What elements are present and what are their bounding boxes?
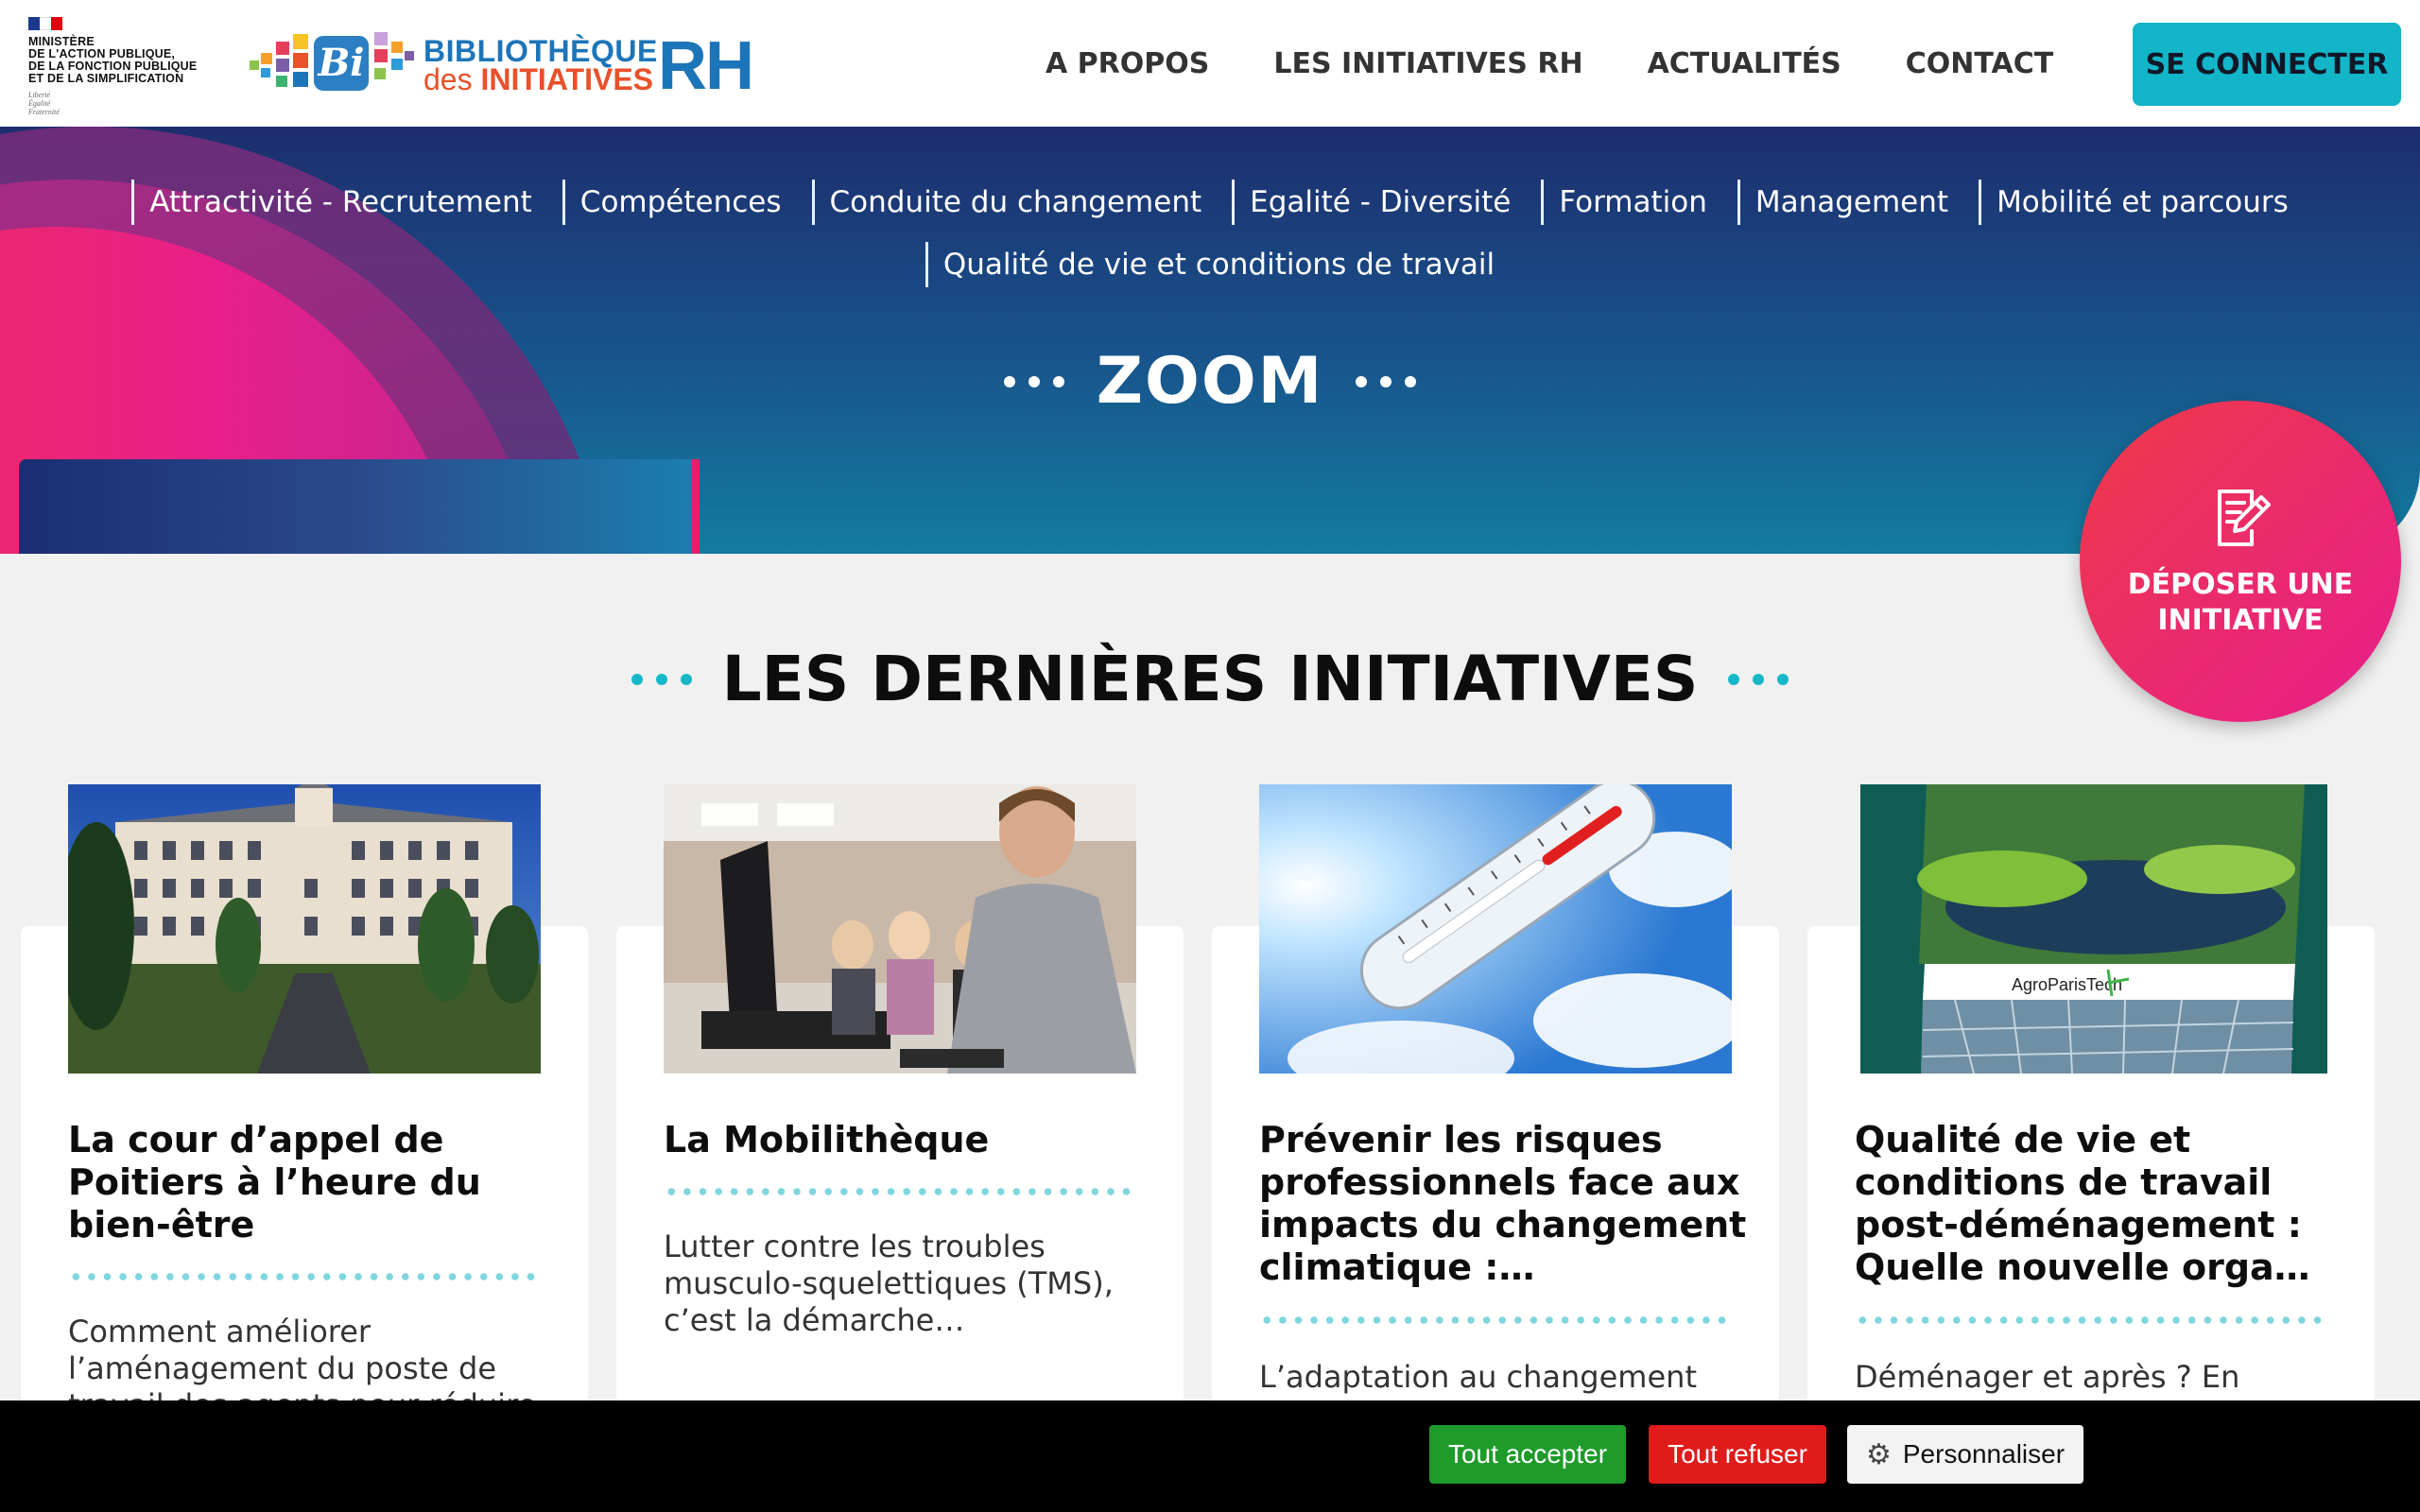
logo-rh: RH [658,28,754,104]
category-nav: Attractivité - Recrutement Compétences C… [0,180,2420,304]
initiative-excerpt: L’adaptation au changement [1259,1359,1697,1395]
dots-decor [1356,375,1417,387]
thermometer-photo [1259,784,1732,1074]
initiative-image[interactable] [1259,784,1732,1074]
initiative-image[interactable] [664,784,1136,1074]
category-egalite-diversite[interactable]: Egalité - Diversité [1232,180,1511,225]
dotted-separator [1259,1315,1732,1325]
dots-decor [1003,375,1064,387]
government-logo[interactable]: MINISTÈRE DE L'ACTION PUBLIQUE, DE LA FO… [28,17,217,116]
site-logo[interactable]: Bi BIBLIOTHÈQUE des INITIATIVES RH [248,28,754,100]
french-flag-icon [28,17,62,30]
agroparistech-photo: AgroParisTech [1860,784,2327,1074]
dotted-separator [664,1187,1136,1196]
dotted-separator [1855,1315,2327,1325]
refuse-all-cookies-button[interactable]: Tout refuser [1649,1425,1826,1484]
site-header: MINISTÈRE DE L'ACTION PUBLIQUE, DE LA FO… [0,0,2420,127]
category-qualite-de-vie[interactable]: Qualité de vie et conditions de travail [925,242,1495,287]
dots-decor [631,673,692,685]
courthouse-photo [68,784,541,1074]
logo-line2: des INITIATIVES [424,62,654,96]
deposit-initiative-label: DÉPOSER UNE INITIATIVE [2127,568,2354,637]
nav-initiatives-rh[interactable]: LES INITIATIVES RH [1273,47,1582,80]
category-formation[interactable]: Formation [1541,180,1707,225]
pen-notepad-icon [2218,490,2271,546]
latest-initiatives-heading: LES DERNIÈRES INITIATIVES [0,643,2420,715]
section-title: LES DERNIÈRES INITIATIVES [721,643,1699,715]
category-mobilite-et-parcours[interactable]: Mobilité et parcours [1979,180,2289,225]
gear-icon: ⚙ [1865,1438,1892,1470]
customize-label: Personnaliser [1902,1439,2066,1469]
initiative-title[interactable]: Prévenir les risques professionnels face… [1259,1119,1751,1289]
initiative-image[interactable] [68,784,541,1074]
accept-all-cookies-button[interactable]: Tout accepter [1429,1425,1626,1484]
zoom-heading: ZOOM [0,344,2420,419]
initiative-title[interactable]: La Mobilithèque [664,1119,1155,1161]
category-attractivite-recrutement[interactable]: Attractivité - Recrutement [131,180,532,225]
customize-cookies-button[interactable]: ⚙ Personnaliser [1847,1425,2083,1484]
deposit-initiative-button[interactable]: DÉPOSER UNE INITIATIVE [2080,401,2401,722]
dotted-separator [68,1272,541,1281]
category-management[interactable]: Management [1737,180,1948,225]
initiative-excerpt: Lutter contre les troubles musculo-squel… [664,1228,1114,1338]
initiative-title[interactable]: La cour d’appel de Poitiers à l’heure du… [68,1119,560,1246]
cookie-consent-bar: Tout accepter Tout refuser ⚙ Personnalis… [0,1400,2420,1512]
hero-decor-tick [692,459,700,554]
nav-actualites[interactable]: ACTUALITÉS [1648,47,1841,80]
workstation-photo [664,784,1136,1074]
category-conduite-du-changement[interactable]: Conduite du changement [811,180,1201,225]
initiative-image[interactable]: AgroParisTech [1860,784,2327,1074]
nav-contact[interactable]: CONTACT [1906,47,2053,80]
zoom-title: ZOOM [1096,344,1324,419]
bi-logo-mark: Bi [314,36,369,91]
government-motto: Liberté Égalité Fraternité [28,91,60,116]
main-nav: A PROPOS LES INITIATIVES RH ACTUALITÉS C… [1046,0,2053,127]
government-logo-text: MINISTÈRE DE L'ACTION PUBLIQUE, DE LA FO… [28,35,198,85]
hero-decor-bar [19,459,700,554]
login-button[interactable]: SE CONNECTER [2133,23,2401,106]
category-competences[interactable]: Compétences [562,180,782,225]
initiative-title[interactable]: Qualité de vie et conditions de travail … [1855,1119,2346,1289]
agroparistech-caption: AgroParisTech [2012,975,2122,994]
dots-decor [1728,673,1789,685]
nav-a-propos[interactable]: A PROPOS [1046,47,1209,80]
